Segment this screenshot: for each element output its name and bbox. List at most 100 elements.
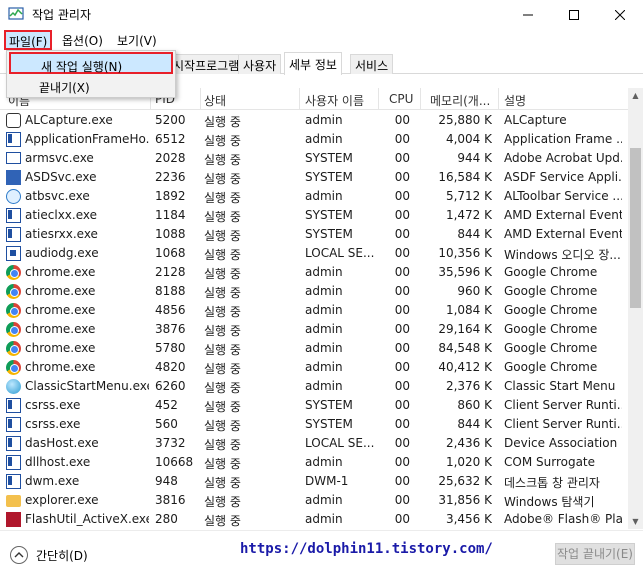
process-user: SYSTEM	[305, 151, 353, 165]
table-row[interactable]: ApplicationFrameHo... 6512 실행 중 admin 00 4,00…	[0, 130, 628, 149]
process-pid: 4820	[155, 360, 186, 374]
table-row[interactable]: explorer.exe 3816 실행 중 admin 00 31,856 K Windo…	[0, 491, 628, 510]
process-name: FlashUtil_ActiveX.exe	[25, 512, 149, 526]
table-row[interactable]: dasHost.exe 3732 실행 중 LOCAL SE... 00 2,436 K D…	[0, 434, 628, 453]
chrome-icon	[6, 341, 21, 356]
process-user: LOCAL SE...	[305, 436, 375, 450]
tab-details[interactable]: 세부 정보	[284, 52, 342, 75]
table-row[interactable]: dwm.exe 948 실행 중 DWM-1 00 25,632 K 데스크톱 창 관리자	[0, 472, 628, 491]
folder-icon	[6, 495, 21, 507]
process-name: chrome.exe	[25, 341, 96, 355]
monitor-icon	[6, 152, 21, 164]
process-user: SYSTEM	[305, 227, 353, 241]
process-cpu: 00	[394, 227, 410, 241]
asds-icon	[6, 170, 21, 185]
maximize-icon	[569, 10, 579, 20]
process-status: 실행 중	[204, 172, 241, 186]
table-row[interactable]: atieclxx.exe 1184 실행 중 SYSTEM 00 1,472 K AMD E…	[0, 206, 628, 225]
process-memory: 5,712 K	[445, 189, 492, 203]
table-row[interactable]: dllhost.exe 10668 실행 중 admin 00 1,020 K COM Su…	[0, 453, 628, 472]
col-user[interactable]: 사용자 이름	[305, 92, 364, 109]
process-description: Google Chrome	[504, 303, 598, 317]
process-memory: 10,356 K	[438, 246, 492, 260]
vertical-scrollbar[interactable]: ▲ ▼	[628, 88, 643, 529]
table-row[interactable]: csrss.exe 560 실행 중 SYSTEM 00 844 K Client Serv…	[0, 415, 628, 434]
maximize-button[interactable]	[551, 0, 597, 30]
menu-options[interactable]: 옵션(O)	[60, 32, 105, 49]
tab-users[interactable]: 사용자	[238, 54, 282, 74]
process-description: Client Server Runti...	[504, 417, 622, 431]
process-status: 실행 중	[204, 476, 241, 490]
column-divider[interactable]	[299, 88, 300, 110]
table-row[interactable]: chrome.exe 4856 실행 중 admin 00 1,084 K Google C…	[0, 301, 628, 320]
process-name: atiesrxx.exe	[25, 227, 98, 241]
process-status: 실행 중	[204, 400, 241, 414]
scroll-thumb[interactable]	[630, 148, 641, 308]
col-status[interactable]: 상태	[204, 92, 226, 109]
end-task-button[interactable]: 작업 끝내기(E)	[555, 543, 635, 565]
column-divider[interactable]	[498, 88, 499, 110]
menu-file[interactable]: 파일(F)	[4, 30, 53, 50]
table-row[interactable]: atiesrxx.exe 1088 실행 중 SYSTEM 00 844 K AMD Ext…	[0, 225, 628, 244]
collapse-link[interactable]: 간단히(D)	[36, 547, 88, 564]
tab-startup[interactable]: 시작프로그램	[168, 54, 245, 74]
minimize-button[interactable]	[505, 0, 551, 30]
table-row[interactable]: ASDSvc.exe 2236 실행 중 SYSTEM 00 16,584 K ASDF S…	[0, 168, 628, 187]
table-row[interactable]: FlashUtil_ActiveX.exe 280 실행 중 admin 00 3,456…	[0, 510, 628, 529]
process-user: admin	[305, 379, 343, 393]
scroll-down-icon[interactable]: ▼	[628, 514, 643, 529]
process-memory: 31,856 K	[438, 493, 492, 507]
process-description: Google Chrome	[504, 341, 598, 355]
process-description: ASDF Service Appli...	[504, 170, 622, 184]
table-row[interactable]: armsvc.exe 2028 실행 중 SYSTEM 00 944 K Adobe Acr…	[0, 149, 628, 168]
process-description: Adobe® Flash® Pla...	[504, 512, 622, 526]
scroll-up-icon[interactable]: ▲	[628, 88, 643, 103]
process-pid: 8188	[155, 284, 186, 298]
col-memory[interactable]: 메모리(개...	[430, 92, 490, 109]
process-user: admin	[305, 132, 343, 146]
process-cpu: 00	[394, 493, 410, 507]
process-pid: 1892	[155, 189, 186, 203]
col-description[interactable]: 설명	[504, 92, 526, 109]
table-row[interactable]: chrome.exe 5780 실행 중 admin 00 84,548 K Google …	[0, 339, 628, 358]
tab-services[interactable]: 서비스	[350, 54, 394, 74]
table-row[interactable]: chrome.exe 3876 실행 중 admin 00 29,164 K Google …	[0, 320, 628, 339]
table-row[interactable]: chrome.exe 2128 실행 중 admin 00 35,596 K Google …	[0, 263, 628, 282]
process-status: 실행 중	[204, 153, 241, 167]
process-description: Windows 탐색기	[504, 495, 595, 509]
close-button[interactable]	[597, 0, 643, 30]
column-divider[interactable]	[200, 88, 201, 110]
column-divider[interactable]	[420, 88, 421, 110]
table-row[interactable]: chrome.exe 8188 실행 중 admin 00 960 K Google Chr…	[0, 282, 628, 301]
table-row[interactable]: ClassicStartMenu.exe 6260 실행 중 admin 00 2,376…	[0, 377, 628, 396]
process-description: AMD External Event...	[504, 208, 622, 222]
process-memory: 960 K	[457, 284, 492, 298]
table-row[interactable]: chrome.exe 4820 실행 중 admin 00 40,412 K Google …	[0, 358, 628, 377]
process-pid: 6512	[155, 132, 186, 146]
menu-item-new-task[interactable]: 새 작업 실행(N)	[9, 52, 173, 74]
process-status: 실행 중	[204, 229, 241, 243]
file-menu-dropdown: 새 작업 실행(N) 끝내기(X)	[6, 50, 176, 98]
menu-item-exit[interactable]: 끝내기(X)	[9, 75, 173, 97]
process-pid: 2236	[155, 170, 186, 184]
process-status: 실행 중	[204, 343, 241, 357]
process-user: admin	[305, 303, 343, 317]
process-memory: 35,596 K	[438, 265, 492, 279]
chevron-up-icon[interactable]	[10, 546, 28, 564]
process-status: 실행 중	[204, 248, 241, 262]
table-row[interactable]: atbsvc.exe 1892 실행 중 admin 00 5,712 K ALToolba…	[0, 187, 628, 206]
table-row[interactable]: audiodg.exe 1068 실행 중 LOCAL SE... 00 10,356 K…	[0, 244, 628, 263]
process-pid: 5200	[155, 113, 186, 127]
chrome-icon	[6, 360, 21, 375]
col-cpu[interactable]: CPU	[389, 92, 413, 106]
process-description: Google Chrome	[504, 360, 598, 374]
process-status: 실행 중	[204, 210, 241, 224]
process-memory: 860 K	[457, 398, 492, 412]
table-row[interactable]: csrss.exe 452 실행 중 SYSTEM 00 860 K Client Serv…	[0, 396, 628, 415]
column-divider[interactable]	[378, 88, 379, 110]
process-name: ClassicStartMenu.exe	[25, 379, 149, 393]
menu-view[interactable]: 보기(V)	[115, 32, 159, 49]
table-row[interactable]: ALCapture.exe 5200 실행 중 admin 00 25,880 K ALCa…	[0, 111, 628, 130]
app-frame-icon	[6, 474, 21, 489]
process-cpu: 00	[394, 379, 410, 393]
